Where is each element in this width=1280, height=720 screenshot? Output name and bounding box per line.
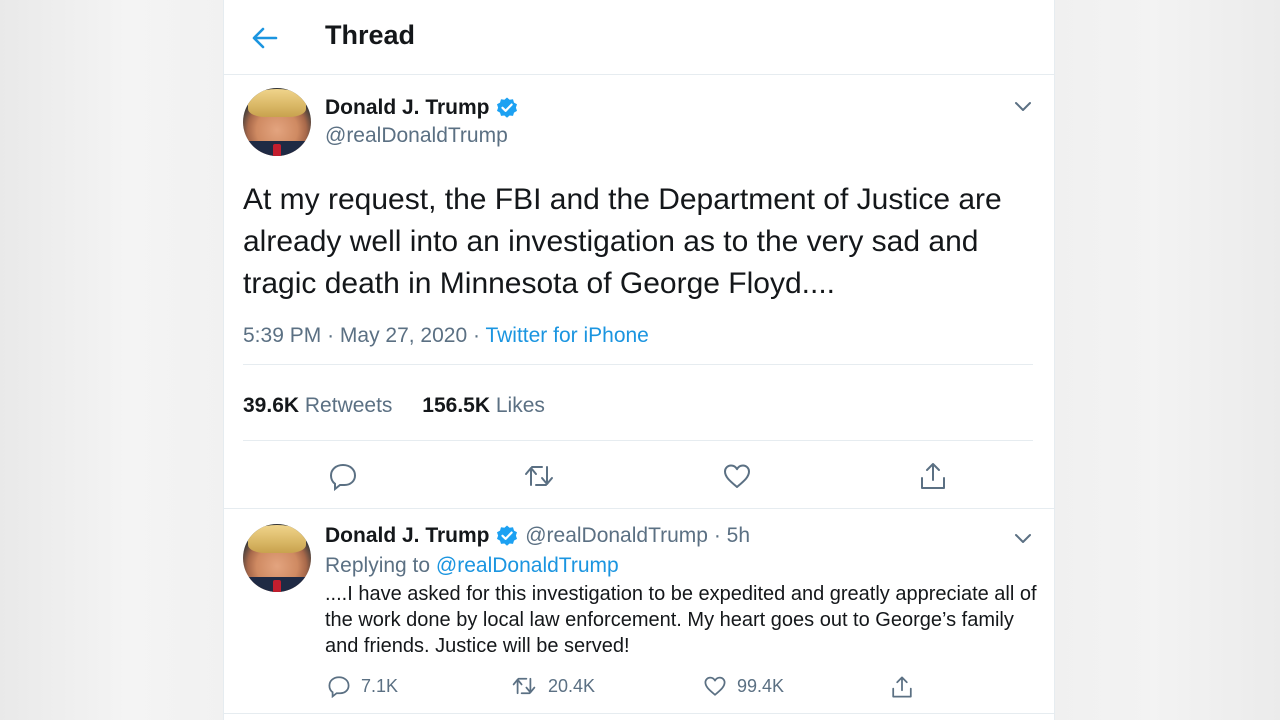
like-count: 99.4K	[737, 675, 785, 696]
reply-icon	[328, 676, 350, 699]
replying-to: Replying to @realDonaldTrump	[325, 554, 619, 578]
share-icon[interactable]	[918, 460, 948, 492]
tweet-separator	[224, 713, 1054, 714]
meta-separator: ·	[473, 324, 486, 347]
tweet-meta: 5:39 PM · May 27, 2020 · Twitter for iPh…	[243, 324, 649, 348]
author-name[interactable]: Donald J. Trump	[325, 96, 490, 119]
like-icon[interactable]	[722, 461, 752, 491]
replying-to-handle[interactable]: @realDonaldTrump	[436, 554, 619, 577]
author-handle[interactable]: @realDonaldTrump	[325, 124, 508, 148]
divider	[243, 440, 1033, 441]
reply-header: Donald J. Trump @realDonaldTrump · 5h	[325, 524, 750, 548]
likes-stat[interactable]: 156.5K Likes	[422, 394, 545, 417]
retweet-count: 20.4K	[548, 675, 596, 696]
like-button[interactable]: 99.4K	[703, 674, 784, 700]
author-name[interactable]: Donald J. Trump	[325, 524, 490, 547]
like-icon	[704, 676, 726, 696]
page-title: Thread	[325, 20, 416, 50]
meta-separator: ·	[713, 524, 727, 547]
chevron-down-icon[interactable]	[1013, 99, 1033, 113]
tweet-text: At my request, the FBI and the Departmen…	[243, 183, 1002, 300]
tweet-source[interactable]: Twitter for iPhone	[485, 324, 648, 347]
reply-icon[interactable]	[328, 461, 358, 491]
chevron-down-icon[interactable]	[1013, 531, 1033, 545]
likes-label: Likes	[495, 394, 545, 417]
tweet-age[interactable]: 5h	[727, 524, 750, 547]
share-button[interactable]	[890, 674, 914, 700]
reply-count: 7.1K	[361, 675, 399, 696]
tweet-stats: 39.6K Retweets 156.5K Likes	[243, 394, 569, 418]
retweet-button[interactable]: 20.4K	[510, 674, 595, 700]
thread-header: Thread	[224, 0, 1054, 75]
retweets-label: Retweets	[304, 394, 393, 417]
back-arrow-icon[interactable]	[250, 25, 278, 51]
retweets-stat[interactable]: 39.6K Retweets	[243, 394, 392, 417]
divider	[243, 364, 1033, 365]
author-name-row[interactable]: Donald J. Trump	[325, 96, 519, 120]
reply-button[interactable]: 7.1K	[327, 674, 398, 700]
replying-to-label: Replying to	[325, 554, 431, 577]
avatar[interactable]	[243, 524, 311, 592]
retweet-icon	[512, 677, 536, 695]
tweet-separator	[224, 508, 1054, 509]
meta-separator: ·	[327, 324, 340, 347]
likes-count: 156.5K	[422, 394, 490, 417]
avatar[interactable]	[243, 88, 311, 156]
author-handle[interactable]: @realDonaldTrump	[525, 524, 708, 547]
verified-badge-icon	[497, 525, 518, 547]
tweet-time[interactable]: 5:39 PM	[243, 324, 321, 347]
verified-badge-icon	[497, 97, 518, 119]
retweets-count: 39.6K	[243, 394, 300, 417]
tweet-text: ....I have asked for this investigation …	[325, 583, 1037, 657]
thread-panel: Thread Donald J. Trump @realDonaldTrump …	[223, 0, 1055, 720]
retweet-icon[interactable]	[522, 461, 556, 491]
share-icon	[892, 676, 912, 698]
tweet-date[interactable]: May 27, 2020	[340, 324, 467, 347]
